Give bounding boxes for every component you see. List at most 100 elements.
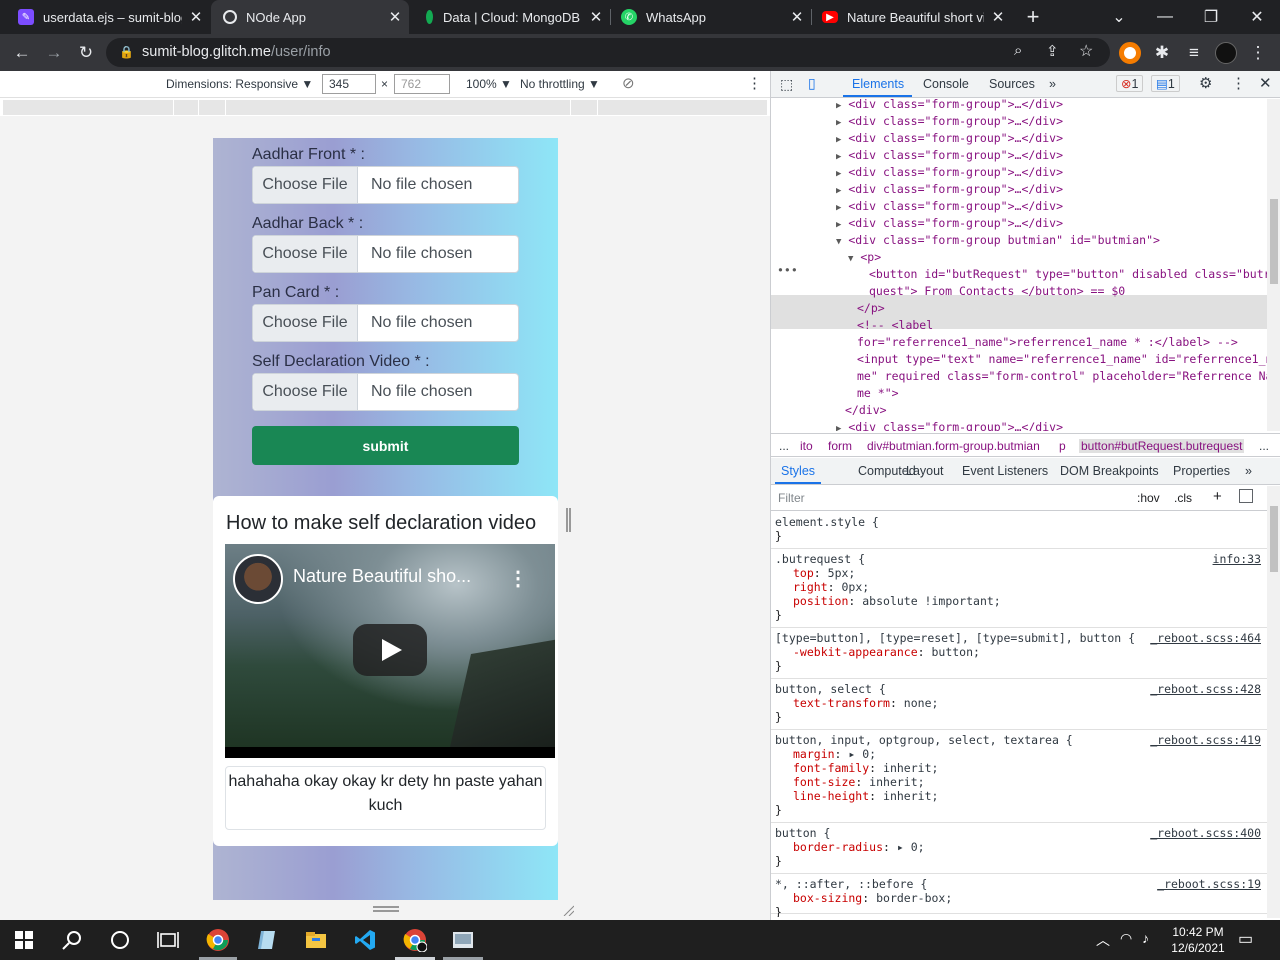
search-icon[interactable]	[60, 928, 84, 952]
rule-selector[interactable]: *, ::after, ::before {	[775, 877, 927, 891]
breadcrumb-item-active[interactable]: button#butRequest.butrequest	[1079, 439, 1245, 453]
property-name[interactable]: text-transform	[793, 696, 890, 710]
styles-scroll-thumb[interactable]	[1270, 506, 1278, 572]
property-name[interactable]: -webkit-appearance	[793, 645, 918, 659]
device-more-icon[interactable]: ⋮	[747, 74, 762, 92]
close-tab-icon[interactable]: ✕	[381, 8, 409, 26]
property-value[interactable]: inherit;	[883, 789, 938, 803]
close-devtools-icon[interactable]: ✕	[1259, 74, 1272, 92]
close-tab-icon[interactable]: ✕	[783, 8, 811, 26]
tab-styles[interactable]: Styles	[781, 464, 815, 478]
property-value[interactable]: border-box;	[876, 891, 952, 905]
vscode-icon[interactable]	[353, 928, 377, 952]
hover-state-toggle[interactable]: :hov	[1137, 491, 1160, 505]
lock-icon[interactable]: 🔒	[119, 45, 134, 59]
style-declaration[interactable]: top: 5px;	[793, 566, 855, 580]
dom-node-input-cont[interactable]: me" required class="form-control" placeh…	[857, 368, 1267, 385]
chrome-profile-icon[interactable]	[403, 928, 427, 952]
tab-search-icon[interactable]: ⌄	[1096, 0, 1142, 34]
choose-file-button[interactable]: Choose File	[253, 167, 358, 203]
rule-source-link[interactable]: _reboot.scss:464	[1150, 631, 1261, 645]
property-name[interactable]: position	[793, 594, 848, 608]
forward-icon[interactable]: →	[41, 40, 67, 66]
dom-comment-cont[interactable]: for="referrence1_name">referrence1_name …	[857, 334, 1238, 351]
style-rule[interactable]: button, select { _reboot.scss:428 text-tra…	[771, 679, 1267, 730]
property-value[interactable]: inherit;	[869, 775, 924, 789]
corner-resize-handle[interactable]	[562, 904, 574, 916]
error-badge[interactable]: ⊗1	[1116, 75, 1144, 92]
style-declaration[interactable]: position: absolute !important;	[793, 594, 1001, 608]
video-title[interactable]: Nature Beautiful sho...	[293, 566, 471, 587]
extension-profile-icon[interactable]	[1117, 40, 1143, 66]
style-declaration[interactable]: margin: ▸ 0;	[793, 747, 876, 761]
extensions-puzzle-icon[interactable]: ✱	[1149, 40, 1175, 66]
restore-button[interactable]: ❐	[1188, 0, 1234, 34]
rule-source-link[interactable]: info:33	[1213, 552, 1261, 566]
task-view-icon[interactable]	[156, 928, 180, 952]
style-rule[interactable]: button, input, optgroup, select, textare…	[771, 730, 1267, 823]
style-declaration[interactable]: text-transform: none;	[793, 696, 938, 710]
aadhar-back-file-input[interactable]: Choose File No file chosen	[252, 235, 519, 273]
dom-node[interactable]: ▶ <div class="form-group">…</div>	[836, 419, 1063, 431]
property-value[interactable]: button;	[931, 645, 979, 659]
more-tabs-icon[interactable]: »	[1049, 77, 1056, 91]
style-declaration[interactable]: box-sizing: border-box;	[793, 891, 952, 905]
wifi-icon[interactable]: ◠	[1120, 930, 1132, 947]
submit-button[interactable]: submit	[252, 426, 519, 465]
class-toggle[interactable]: .cls	[1174, 491, 1192, 505]
media-query-ruler[interactable]	[3, 100, 767, 115]
style-rule[interactable]: element.style {}	[771, 512, 1267, 549]
address-bar[interactable]: 🔒 sumit-blog.glitch.me/user/info ⌕ ⇪ ☆	[106, 38, 1110, 67]
rule-selector[interactable]: button, select {	[775, 682, 886, 696]
tab-dom-breakpoints[interactable]: DOM Breakpoints	[1060, 464, 1159, 478]
new-tab-button[interactable]: +	[1010, 0, 1056, 34]
style-rule[interactable]: button {_reboot.scss:400 border-radius: ▸…	[771, 823, 1267, 874]
rule-source-link[interactable]: _reboot.scss:428	[1150, 682, 1261, 696]
breadcrumb-item[interactable]: p	[1059, 439, 1066, 453]
style-declaration[interactable]: border-radius: ▸ 0;	[793, 840, 925, 854]
tab-event-listeners[interactable]: Event Listeners	[962, 464, 1048, 478]
dom-comment[interactable]: <!-- <label	[857, 317, 933, 334]
height-input[interactable]: 762	[394, 74, 450, 94]
property-value[interactable]: absolute !important;	[862, 594, 1000, 608]
video-more-icon[interactable]: ⋮	[508, 566, 528, 591]
property-value[interactable]: ▸ 0;	[848, 747, 876, 761]
rule-selector[interactable]: .butrequest {	[775, 552, 865, 566]
message-badge[interactable]: ▤1	[1151, 75, 1180, 92]
zoom-dropdown[interactable]: 100% ▼	[466, 77, 512, 91]
property-value[interactable]: 5px;	[828, 566, 856, 580]
close-tab-icon[interactable]: ✕	[582, 8, 610, 26]
rule-selector[interactable]: element.style {	[775, 515, 879, 529]
property-name[interactable]: border-radius	[793, 840, 883, 854]
style-rule[interactable]: .butrequest { info:33 top: 5px; right: 0px;…	[771, 549, 1267, 628]
dom-scrollbar[interactable]	[1267, 99, 1280, 431]
more-subtabs-icon[interactable]: »	[1245, 464, 1252, 478]
style-rule[interactable]: [type=button], [type=reset], [type=submi…	[771, 628, 1267, 679]
chrome-menu-icon[interactable]: ⋮	[1245, 40, 1271, 66]
style-declaration[interactable]: line-height: inherit;	[793, 789, 938, 803]
dom-node-div-close[interactable]: </div>	[845, 402, 887, 419]
height-resize-handle[interactable]	[373, 906, 399, 912]
property-name[interactable]: font-size	[793, 775, 855, 789]
tray-chevron-icon[interactable]: ︿	[1096, 930, 1110, 950]
styles-filter-input[interactable]: Filter	[778, 491, 805, 505]
breadcrumb-item[interactable]: form	[828, 439, 852, 453]
dimensions-dropdown[interactable]: Dimensions: Responsive ▼	[166, 77, 313, 91]
tab-node-app[interactable]: NOde App ✕	[211, 0, 409, 34]
inspect-element-icon[interactable]: ⬚	[780, 76, 793, 93]
toggle-sidebar-icon[interactable]	[1239, 489, 1253, 503]
tab-sources[interactable]: Sources	[989, 77, 1035, 91]
reload-icon[interactable]: ↻	[73, 40, 99, 66]
property-name[interactable]: top	[793, 566, 814, 580]
property-value[interactable]: 0px;	[841, 580, 869, 594]
rule-source-link[interactable]: _reboot.scss:19	[1157, 877, 1261, 891]
url-text[interactable]: sumit-blog.glitch.me/user/info	[142, 44, 331, 60]
play-button[interactable]	[353, 624, 427, 676]
close-tab-icon[interactable]: ✕	[182, 8, 210, 26]
rule-selector[interactable]: button, input, optgroup, select, textare…	[775, 733, 1073, 747]
dom-node-selected-cont[interactable]: quest"> From Contacts </button> == $0	[869, 283, 1125, 300]
rule-source-link[interactable]: _reboot.scss:400	[1150, 826, 1261, 840]
breadcrumb-more[interactable]: ...	[779, 439, 789, 453]
style-declaration[interactable]: right: 0px;	[793, 580, 869, 594]
throttling-dropdown[interactable]: No throttling ▼	[520, 77, 600, 91]
